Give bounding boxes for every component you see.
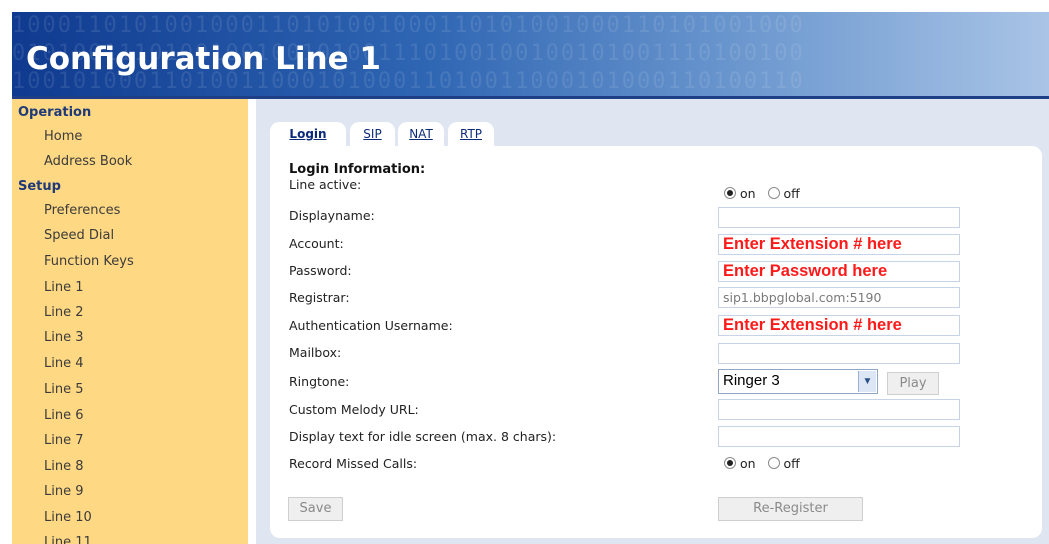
ringtone-label: Ringtone:: [289, 374, 350, 389]
line-active-on-radio[interactable]: [724, 187, 736, 199]
tab-rtp[interactable]: RTP: [448, 122, 494, 146]
password-field[interactable]: Enter Password here: [718, 261, 960, 282]
tab-nat[interactable]: NAT: [398, 122, 444, 146]
registrar-label: Registrar:: [289, 290, 350, 305]
mailbox-label: Mailbox:: [289, 345, 342, 360]
account-field[interactable]: Enter Extension # here: [718, 234, 960, 255]
idle-text-label: Display text for idle screen (max. 8 cha…: [289, 429, 557, 444]
registrar-field[interactable]: sip1.bbpglobal.com:5190: [718, 287, 960, 308]
sidebar-item-line-2[interactable]: Line 2: [44, 305, 84, 320]
chevron-down-icon: ▼: [858, 371, 876, 392]
record-missed-label: Record Missed Calls:: [289, 456, 418, 471]
idle-text-field[interactable]: [718, 426, 960, 447]
header-banner: 1000110101001000110101001000110101001000…: [12, 12, 1049, 96]
tab-login[interactable]: Login: [270, 122, 346, 146]
custom-melody-field[interactable]: [718, 399, 960, 420]
sidebar-item-line-7[interactable]: Line 7: [44, 433, 84, 448]
re-register-button[interactable]: Re-Register: [718, 497, 863, 521]
sidebar-item-line-9[interactable]: Line 9: [44, 484, 84, 499]
line-active-off-label: off: [783, 186, 800, 201]
sidebar-item-line-6[interactable]: Line 6: [44, 408, 84, 423]
play-button[interactable]: Play: [887, 372, 939, 395]
line-active-label: Line active:: [289, 177, 362, 192]
line-active-off-radio[interactable]: [767, 187, 780, 199]
sidebar-section-operation: Operation: [18, 105, 92, 120]
sidebar-item-home[interactable]: Home: [44, 129, 82, 144]
tab-sip[interactable]: SIP: [350, 122, 395, 146]
sidebar-item-line-10[interactable]: Line 10: [44, 510, 92, 525]
line-active-radio-group: on off: [724, 186, 800, 201]
sidebar: Operation Home Address Book Setup Prefer…: [12, 99, 248, 544]
record-missed-off-label: off: [783, 456, 800, 471]
auth-username-field[interactable]: Enter Extension # here: [718, 315, 960, 336]
ringtone-select[interactable]: Ringer 3 ▼: [718, 369, 878, 394]
sidebar-item-function-keys[interactable]: Function Keys: [44, 254, 134, 269]
sidebar-item-address-book[interactable]: Address Book: [44, 154, 132, 169]
line-active-on-label: on: [739, 186, 756, 201]
displayname-field[interactable]: [718, 207, 960, 228]
sidebar-item-line-11[interactable]: Line 11: [44, 535, 92, 544]
record-missed-off-radio[interactable]: [767, 457, 780, 469]
sidebar-item-preferences[interactable]: Preferences: [44, 203, 120, 218]
displayname-label: Displayname:: [289, 208, 375, 223]
record-missed-on-label: on: [739, 456, 756, 471]
record-missed-on-radio[interactable]: [724, 457, 736, 469]
auth-username-label: Authentication Username:: [289, 318, 453, 333]
page-title: Configuration Line 1: [26, 41, 382, 77]
mailbox-field[interactable]: [718, 343, 960, 364]
ringtone-value: Ringer 3: [723, 372, 780, 389]
section-title: Login Information:: [289, 162, 426, 177]
sidebar-item-line-5[interactable]: Line 5: [44, 382, 84, 397]
sidebar-section-setup: Setup: [18, 179, 61, 194]
login-panel: [270, 146, 1042, 538]
sidebar-item-line-8[interactable]: Line 8: [44, 459, 84, 474]
sidebar-item-line-3[interactable]: Line 3: [44, 330, 84, 345]
sidebar-item-line-1[interactable]: Line 1: [44, 280, 84, 295]
save-button[interactable]: Save: [288, 497, 343, 521]
password-label: Password:: [289, 263, 352, 278]
record-missed-radio-group: on off: [724, 456, 800, 471]
custom-melody-label: Custom Melody URL:: [289, 402, 419, 417]
sidebar-item-speed-dial[interactable]: Speed Dial: [44, 228, 114, 243]
sidebar-item-line-4[interactable]: Line 4: [44, 356, 84, 371]
account-label: Account:: [289, 236, 344, 251]
